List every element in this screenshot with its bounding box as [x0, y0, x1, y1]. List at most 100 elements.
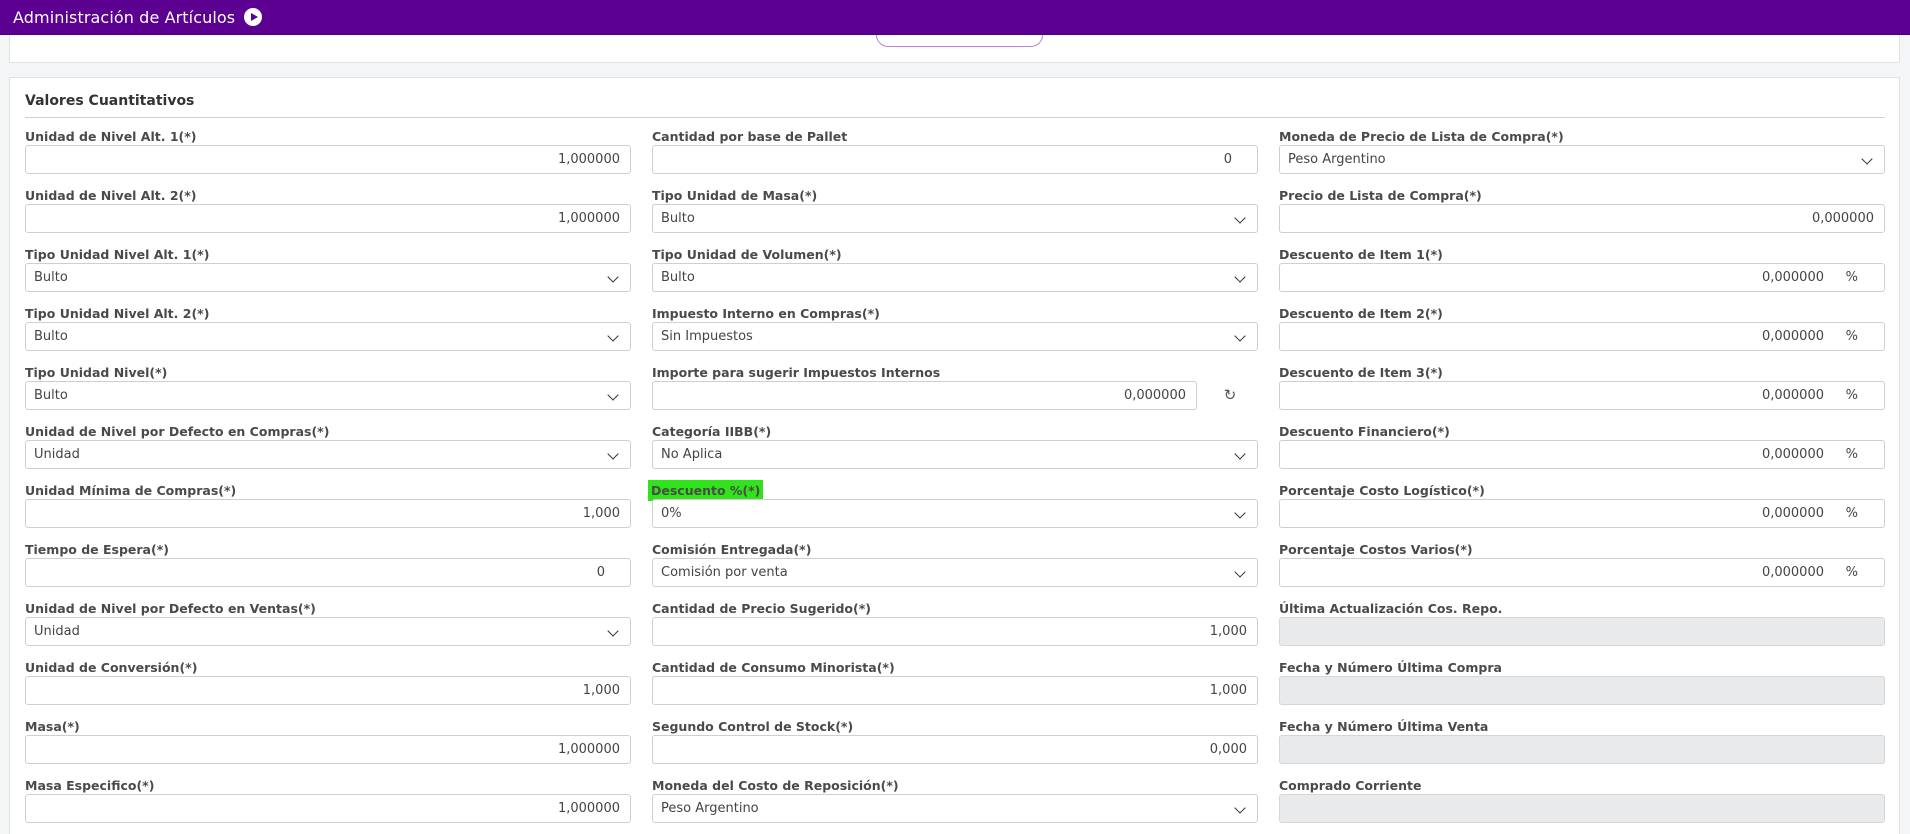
field-label: Tiempo de Espera(*) — [25, 542, 169, 557]
descuento-item1-input[interactable]: 0,000000 % — [1279, 263, 1885, 292]
percent-suffix: % — [1845, 329, 1858, 344]
cantidad-precio-sugerido-input[interactable]: 1,000 — [652, 617, 1258, 646]
unidad-conversion-input[interactable]: 1,000 — [25, 676, 631, 705]
segundo-control-stock-input[interactable]: 0,000 — [652, 735, 1258, 764]
field-label: Unidad de Nivel por Defecto en Compras(*… — [25, 424, 330, 439]
unidad-defecto-compras-select[interactable]: Unidad — [25, 440, 631, 469]
collapsed-button[interactable] — [876, 35, 1043, 47]
field-label: Descuento %(*) — [648, 480, 764, 501]
chevron-down-icon — [607, 389, 619, 401]
select-value: Bulto — [34, 388, 68, 403]
field-label: Categoría IIBB(*) — [652, 424, 772, 439]
select-value: Peso Argentino — [661, 801, 759, 816]
fecha-numero-ultima-venta-input — [1279, 735, 1885, 764]
field-label: Importe para sugerir Impuestos Internos — [652, 365, 941, 380]
percent-suffix: % — [1845, 565, 1858, 580]
moneda-costo-reposicion-select[interactable]: Peso Argentino — [652, 794, 1258, 823]
field-label: Porcentaje Costos Varios(*) — [1279, 542, 1473, 557]
field-label: Precio de Lista de Compra(*) — [1279, 188, 1482, 203]
app-header: Administración de Artículos — [0, 0, 1910, 35]
tipo-unidad-nivel-alt2-select[interactable]: Bulto — [25, 322, 631, 351]
field-label: Moneda de Precio de Lista de Compra(*) — [1279, 129, 1564, 144]
field-label: Última Actualización Cos. Repo. — [1279, 601, 1503, 616]
unidad-nivel-alt2-input[interactable]: 1,000000 — [25, 204, 631, 233]
chevron-down-icon — [1234, 212, 1246, 224]
field-label: Fecha y Número Última Compra — [1279, 660, 1502, 675]
input-value: 0,000000 — [1761, 506, 1824, 521]
field-label: Porcentaje Costo Logístico(*) — [1279, 483, 1485, 498]
input-value: 0,000000 — [1761, 565, 1824, 580]
field-label: Fecha y Número Última Venta — [1279, 719, 1489, 734]
section-title: Valores Cuantitativos — [25, 93, 195, 109]
field-label: Unidad de Nivel Alt. 1(*) — [25, 129, 197, 144]
percent-suffix: % — [1845, 388, 1858, 403]
chevron-down-icon — [607, 271, 619, 283]
chevron-down-icon — [1234, 330, 1246, 342]
select-value: No Aplica — [661, 447, 723, 462]
moneda-precio-lista-compra-select[interactable]: Peso Argentino — [1279, 145, 1885, 174]
select-value: Unidad — [34, 447, 80, 462]
impuesto-interno-compras-select[interactable]: Sin Impuestos — [652, 322, 1258, 351]
field-label: Unidad de Conversión(*) — [25, 660, 198, 675]
porcentaje-costo-logistico-input[interactable]: 0,000000 % — [1279, 499, 1885, 528]
chevron-down-icon — [607, 625, 619, 637]
masa-input[interactable]: 1,000000 — [25, 735, 631, 764]
precio-lista-compra-input[interactable]: 0,000000 — [1279, 204, 1885, 233]
chevron-down-icon — [607, 330, 619, 342]
chevron-down-icon — [1234, 802, 1246, 814]
tiempo-espera-input[interactable]: 0 — [25, 558, 631, 587]
field-label: Descuento de Item 3(*) — [1279, 365, 1443, 380]
field-label: Cantidad de Consumo Minorista(*) — [652, 660, 895, 675]
input-value: 0,000000 — [1761, 447, 1824, 462]
tipo-unidad-nivel-select[interactable]: Bulto — [25, 381, 631, 410]
refresh-icon[interactable]: ↻ — [1222, 387, 1238, 403]
tipo-unidad-masa-select[interactable]: Bulto — [652, 204, 1258, 233]
importe-sugerir-impuestos-input[interactable]: 0,000000 — [652, 381, 1197, 410]
tipo-unidad-nivel-alt1-select[interactable]: Bulto — [25, 263, 631, 292]
field-label: Unidad de Nivel Alt. 2(*) — [25, 188, 197, 203]
select-value: Comisión por venta — [661, 565, 788, 580]
chevron-down-icon — [1234, 507, 1246, 519]
field-label: Descuento de Item 2(*) — [1279, 306, 1443, 321]
select-value: 0% — [661, 506, 682, 521]
unidad-nivel-alt1-input[interactable]: 1,000000 — [25, 145, 631, 174]
field-label: Descuento Financiero(*) — [1279, 424, 1450, 439]
field-label: Moneda del Costo de Reposición(*) — [652, 778, 899, 793]
descuento-item3-input[interactable]: 0,000000 % — [1279, 381, 1885, 410]
input-value: 0,000000 — [1761, 270, 1824, 285]
quantitative-values-card: Valores Cuantitativos Unidad de Nivel Al… — [9, 77, 1900, 834]
tipo-unidad-volumen-select[interactable]: Bulto — [652, 263, 1258, 292]
comprado-corriente-input — [1279, 794, 1885, 823]
cantidad-consumo-minorista-input[interactable]: 1,000 — [652, 676, 1258, 705]
field-label: Masa Especifico(*) — [25, 778, 155, 793]
select-value: Bulto — [34, 270, 68, 285]
field-label: Segundo Control de Stock(*) — [652, 719, 854, 734]
percent-suffix: % — [1845, 447, 1858, 462]
field-label: Tipo Unidad de Masa(*) — [652, 188, 818, 203]
top-card — [9, 35, 1900, 63]
chevron-down-icon — [1861, 153, 1873, 165]
select-value: Sin Impuestos — [661, 329, 753, 344]
play-circle-icon[interactable] — [244, 8, 263, 26]
cantidad-base-pallet-input[interactable]: 0 — [652, 145, 1258, 174]
field-label: Unidad de Nivel por Defecto en Ventas(*) — [25, 601, 316, 616]
descuento-financiero-input[interactable]: 0,000000 % — [1279, 440, 1885, 469]
section-divider — [25, 117, 1885, 118]
input-value: 0,000000 — [1761, 388, 1824, 403]
unidad-minima-compras-input[interactable]: 1,000 — [25, 499, 631, 528]
ultima-actualizacion-cos-repo-input — [1279, 617, 1885, 646]
categoria-iibb-select[interactable]: No Aplica — [652, 440, 1258, 469]
masa-especifico-input[interactable]: 1,000000 — [25, 794, 631, 823]
select-value: Unidad — [34, 624, 80, 639]
field-label: Masa(*) — [25, 719, 80, 734]
field-label: Comisión Entregada(*) — [652, 542, 812, 557]
percent-suffix: % — [1845, 506, 1858, 521]
descuento-pct-select[interactable]: 0% — [652, 499, 1258, 528]
comision-entregada-select[interactable]: Comisión por venta — [652, 558, 1258, 587]
descuento-item2-input[interactable]: 0,000000 % — [1279, 322, 1885, 351]
page-title: Administración de Artículos — [13, 7, 236, 27]
porcentaje-costos-varios-input[interactable]: 0,000000 % — [1279, 558, 1885, 587]
select-value: Bulto — [661, 211, 695, 226]
unidad-defecto-ventas-select[interactable]: Unidad — [25, 617, 631, 646]
input-value: 0,000000 — [1761, 329, 1824, 344]
